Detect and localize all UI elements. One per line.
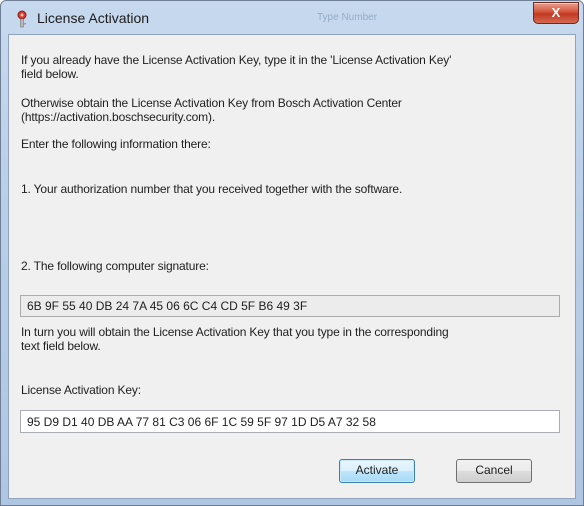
step-1-text: 1. Your authorization number that you re… — [21, 182, 403, 196]
close-icon: X — [551, 5, 561, 20]
background-window-title: Type Number — [317, 12, 378, 23]
title-bar[interactable]: License Activation Type Number X — [1, 1, 583, 35]
in-turn-text-line2: text field below. — [21, 339, 101, 353]
cancel-button[interactable]: Cancel — [456, 459, 532, 483]
window-title: License Activation — [37, 10, 150, 26]
computer-signature-field[interactable]: 6B 9F 55 40 DB 24 7A 45 06 6C C4 CD 5F B… — [20, 295, 560, 317]
license-key-input[interactable]: 95 D9 D1 40 DB AA 77 81 C3 06 6F 1C 59 5… — [20, 410, 560, 433]
dialog-content: If you already have the License Activati… — [8, 34, 576, 499]
obtain-text-line1: Otherwise obtain the License Activation … — [21, 96, 402, 110]
step-2-text: 2. The following computer signature: — [21, 259, 209, 273]
in-turn-text-line1: In turn you will obtain the License Acti… — [21, 325, 449, 339]
obtain-text-line2: (https://activation.boschsecurity.com). — [21, 110, 216, 124]
license-key-label: License Activation Key: — [21, 383, 141, 397]
enter-info-text: Enter the following information there: — [21, 137, 211, 151]
activate-button[interactable]: Activate — [339, 459, 415, 483]
license-activation-window: License Activation Type Number X If you … — [0, 0, 584, 506]
activation-key-icon — [17, 10, 27, 28]
intro-text-line2: field below. — [21, 67, 79, 81]
intro-text-line1: If you already have the License Activati… — [21, 53, 452, 67]
close-button[interactable]: X — [533, 2, 579, 24]
